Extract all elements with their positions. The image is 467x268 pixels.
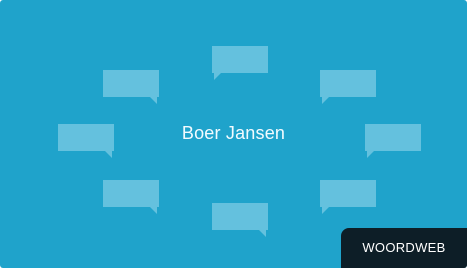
speech-bubble-icon: [212, 46, 268, 80]
speech-bubble-icon: [320, 180, 376, 214]
speech-bubble-icon: [103, 70, 159, 104]
woordweb-badge: WOORDWEB: [341, 228, 467, 268]
central-word: Boer Jansen: [181, 123, 286, 143]
word-web-card: Boer Jansen WOORDWEB: [0, 0, 467, 268]
speech-bubble-icon: [320, 70, 376, 104]
speech-bubble-icon: [212, 203, 268, 237]
speech-bubble-icon: [103, 180, 159, 214]
